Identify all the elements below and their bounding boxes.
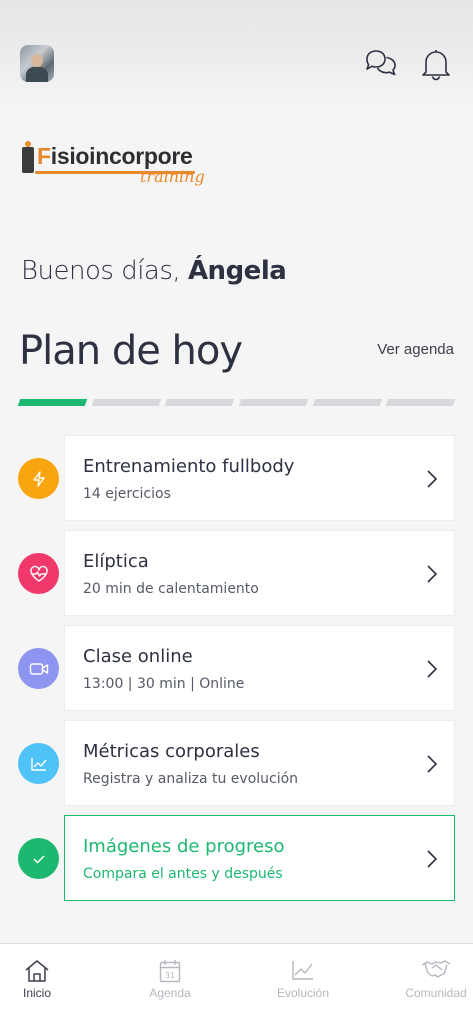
bottom-navigation: Inicio 31 Agenda Evolución Comunidad xyxy=(0,943,473,1024)
task-title: Métricas corporales xyxy=(83,741,260,762)
task-icon-badge xyxy=(18,838,59,879)
nav-item-evolucion[interactable]: Evolución xyxy=(253,944,353,1024)
chevron-right-icon xyxy=(427,755,438,773)
nav-label: Evolución xyxy=(276,986,330,1000)
task-card[interactable]: Elíptica 20 min de calentamiento xyxy=(64,530,455,616)
logo-mark xyxy=(22,141,34,173)
home-icon xyxy=(25,960,49,982)
task-subtitle: Registra y analiza tu evolución xyxy=(83,771,299,787)
task-item-fullbody[interactable]: Entrenamiento fullbody 14 ejercicios xyxy=(0,435,473,521)
view-agenda-link[interactable]: Ver agenda xyxy=(377,341,454,358)
task-icon-badge xyxy=(18,648,59,689)
handshake-icon xyxy=(421,960,451,978)
greeting: Buenos días, Ángela xyxy=(21,256,287,286)
task-item-metricas[interactable]: Métricas corporales Registra y analiza t… xyxy=(0,720,473,806)
task-icon-badge xyxy=(18,553,59,594)
greeting-prefix: Buenos días, xyxy=(21,256,181,286)
calendar-icon: 31 xyxy=(159,960,181,983)
task-item-imagenes[interactable]: Imágenes de progreso Compara el antes y … xyxy=(0,815,473,901)
progress-segment xyxy=(91,399,161,406)
task-subtitle: 20 min de calentamiento xyxy=(83,581,259,597)
task-title: Clase online xyxy=(83,646,193,667)
task-card[interactable]: Métricas corporales Registra y analiza t… xyxy=(64,720,455,806)
logo-initial: F xyxy=(37,143,51,169)
task-subtitle: Compara el antes y después xyxy=(83,866,283,882)
logo-tagline: training xyxy=(140,167,205,186)
logo-wordmark: Fisioincorpore xyxy=(37,143,193,170)
chart-line-icon xyxy=(30,757,47,771)
progress-segment xyxy=(238,399,308,406)
lightning-icon xyxy=(32,470,45,487)
task-title: Elíptica xyxy=(83,551,149,572)
task-subtitle: 14 ejercicios xyxy=(83,486,171,502)
video-camera-icon xyxy=(29,662,48,675)
chevron-right-icon xyxy=(427,850,438,868)
header-background xyxy=(0,0,473,110)
task-icon-badge xyxy=(18,743,59,784)
chevron-right-icon xyxy=(427,565,438,583)
calendar-day: 31 xyxy=(165,971,175,980)
task-title: Entrenamiento fullbody xyxy=(83,456,295,477)
nav-item-comunidad[interactable]: Comunidad xyxy=(386,944,473,1024)
task-subtitle: 13:00 | 30 min | Online xyxy=(83,676,245,692)
progress-segment xyxy=(17,399,87,406)
task-card[interactable]: Clase online 13:00 | 30 min | Online xyxy=(64,625,455,711)
logo-rest: isioincorpore xyxy=(50,143,193,169)
progress-segment xyxy=(312,399,382,406)
check-icon xyxy=(32,854,45,863)
nav-label: Inicio xyxy=(22,986,51,1000)
nav-label: Comunidad xyxy=(405,986,467,1000)
task-card[interactable]: Imágenes de progreso Compara el antes y … xyxy=(64,815,455,901)
user-avatar[interactable] xyxy=(20,45,54,82)
task-title: Imágenes de progreso xyxy=(83,836,285,857)
task-icon-badge xyxy=(18,458,59,499)
avatar-body xyxy=(26,67,48,82)
avatar-face xyxy=(31,54,43,67)
greeting-name: Ángela xyxy=(187,256,287,286)
brand-logo: Fisioincorpore training xyxy=(20,141,220,191)
trend-icon xyxy=(292,961,313,980)
progress-segment xyxy=(386,399,456,406)
nav-item-agenda[interactable]: 31 Agenda xyxy=(120,944,220,1024)
chat-bubbles-icon xyxy=(366,50,396,76)
page-title: Plan de hoy xyxy=(19,328,243,374)
nav-label: Agenda xyxy=(149,986,191,1000)
daily-progress-bar xyxy=(17,399,456,407)
nav-item-inicio[interactable]: Inicio xyxy=(0,944,87,1024)
chevron-right-icon xyxy=(427,470,438,488)
notifications-button[interactable] xyxy=(419,46,455,82)
bell-icon xyxy=(422,50,450,81)
chevron-right-icon xyxy=(427,660,438,678)
heart-pulse-icon xyxy=(29,565,48,582)
task-card[interactable]: Entrenamiento fullbody 14 ejercicios xyxy=(64,435,455,521)
task-item-clase-online[interactable]: Clase online 13:00 | 30 min | Online xyxy=(0,625,473,711)
chat-button[interactable] xyxy=(363,46,399,82)
task-item-eliptica[interactable]: Elíptica 20 min de calentamiento xyxy=(0,530,473,616)
progress-segment xyxy=(165,399,235,406)
